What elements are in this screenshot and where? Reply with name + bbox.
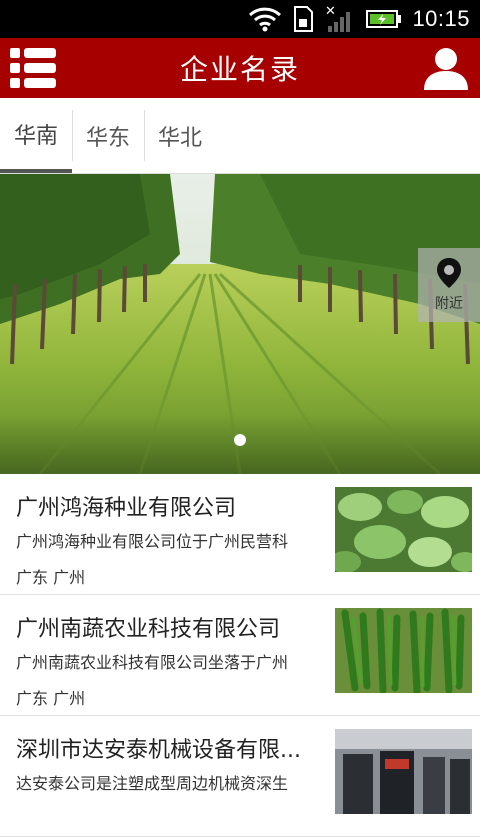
company-description: 广州南蔬农业科技有限公司坐落于广州 <box>16 653 289 672</box>
company-thumbnail <box>335 487 472 572</box>
sd-card-icon <box>294 6 314 32</box>
list-item[interactable]: 广州南蔬农业科技有限公司 广州南蔬农业科技有限公司坐落于广州 广东 广州 <box>0 595 480 716</box>
app-header: 企业名录 <box>0 38 480 98</box>
company-location: 广东 广州 <box>16 689 86 708</box>
company-name: 广州鸿海种业有限公司 <box>16 496 237 521</box>
location-pin-icon <box>437 258 461 288</box>
carousel-indicator[interactable] <box>234 434 246 446</box>
company-thumbnail <box>335 729 472 814</box>
signal-icon: ✕ <box>325 4 351 32</box>
company-location: 广东 广州 <box>16 568 86 587</box>
company-description: 达安泰公司是注塑成型周边机械资深生 <box>16 774 289 793</box>
list-item[interactable]: 深圳市达安泰机械设备有限... 达安泰公司是注塑成型周边机械资深生 <box>0 716 480 837</box>
tab-north-china[interactable]: 华北 <box>144 98 216 173</box>
company-description: 广州鸿海种业有限公司位于广州民营科 <box>16 532 289 551</box>
list-item[interactable]: 广州鸿海种业有限公司 广州鸿海种业有限公司位于广州民营科 广东 广州 <box>0 474 480 595</box>
tab-south-china[interactable]: 华南 <box>0 98 72 173</box>
banner-image[interactable] <box>0 174 480 474</box>
clock: 10:15 <box>412 6 470 31</box>
region-tabs: 华南 华东 华北 <box>0 98 480 174</box>
company-name: 广州南蔬农业科技有限公司 <box>16 617 281 642</box>
nearby-label: 附近 <box>435 296 463 312</box>
wifi-icon <box>249 7 282 32</box>
battery-icon <box>366 10 402 28</box>
user-icon[interactable] <box>422 44 470 92</box>
company-list: 广州鸿海种业有限公司 广州鸿海种业有限公司位于广州民营科 广东 广州 广州南蔬农… <box>0 474 480 837</box>
nearby-button[interactable]: 附近 <box>418 248 480 322</box>
company-name: 深圳市达安泰机械设备有限... <box>16 738 301 763</box>
tree-nursery-photo <box>0 174 480 474</box>
svg-text:✕: ✕ <box>325 4 336 19</box>
page-title: 企业名录 <box>179 53 300 86</box>
company-thumbnail <box>335 608 472 693</box>
tab-east-china[interactable]: 华东 <box>72 98 144 173</box>
status-bar: ✕ 10:15 <box>0 0 480 38</box>
menu-list-icon[interactable] <box>10 46 58 90</box>
